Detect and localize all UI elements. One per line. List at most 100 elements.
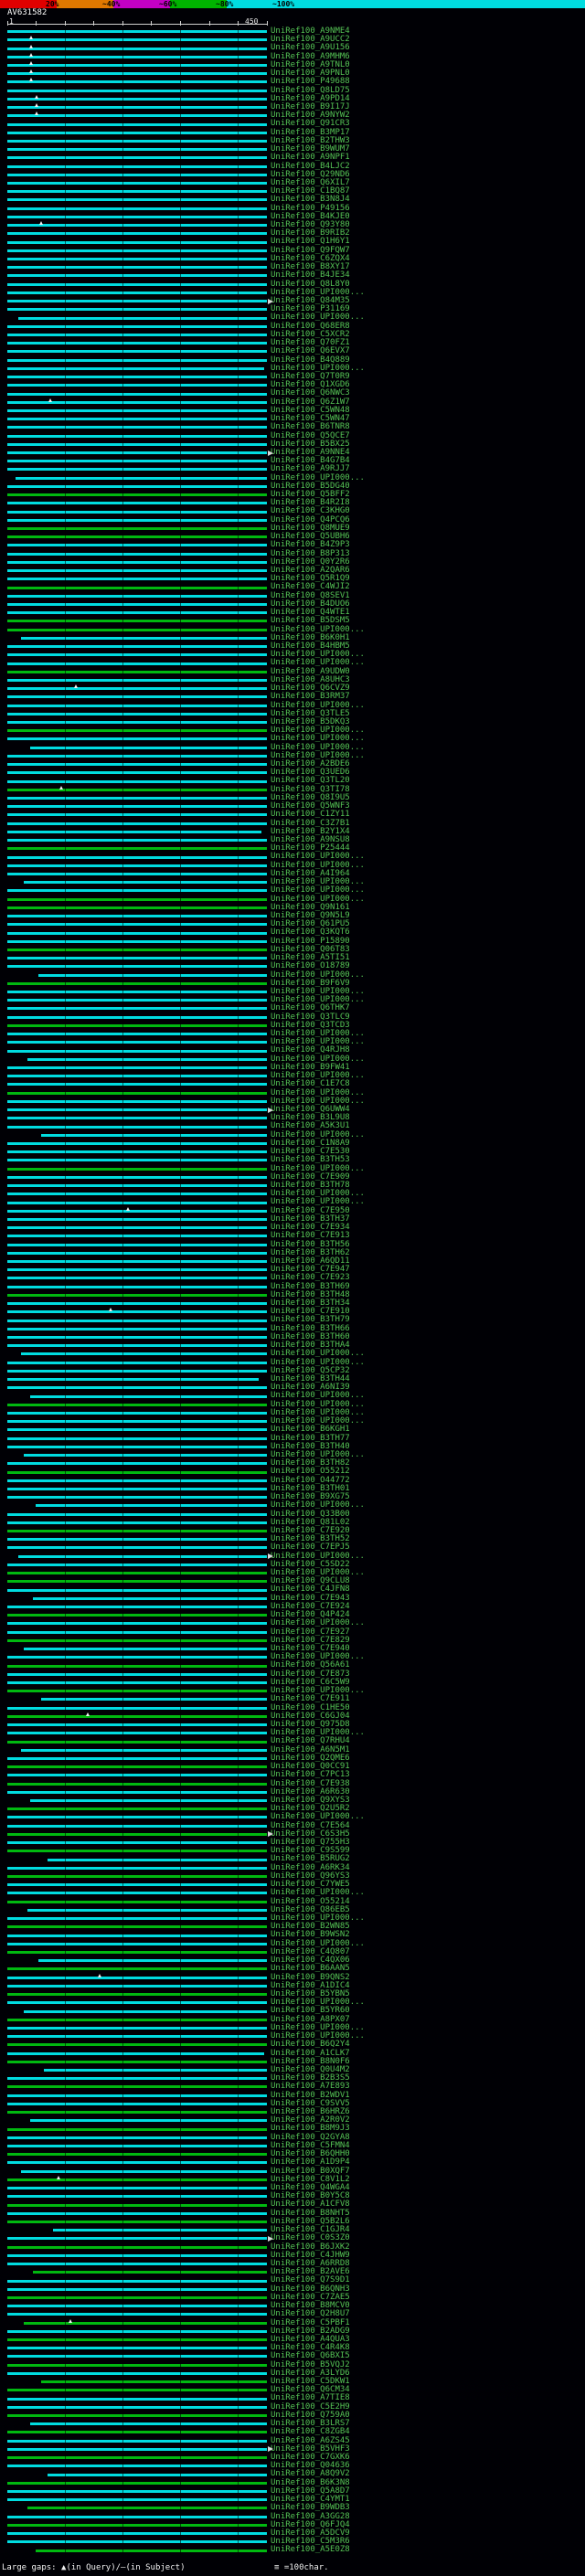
hit-bar[interactable] <box>7 1302 267 1306</box>
hit-bar[interactable] <box>7 232 267 236</box>
hit-bar[interactable] <box>7 535 267 539</box>
hit-bar[interactable] <box>24 2009 267 2013</box>
hit-bar[interactable] <box>21 1352 267 1356</box>
hit-bar[interactable] <box>7 2532 267 2536</box>
hit-bar[interactable] <box>7 2178 267 2181</box>
hit-bar[interactable] <box>7 1807 267 1811</box>
hit-bar[interactable] <box>7 2187 267 2190</box>
hit-bar[interactable] <box>7 1141 267 1145</box>
hit-bar[interactable] <box>7 1614 267 1617</box>
hit-bar[interactable] <box>7 678 267 682</box>
hit-bar[interactable] <box>32 2271 267 2274</box>
hit-bar[interactable] <box>7 805 267 809</box>
hit-bar[interactable] <box>7 670 267 673</box>
hit-bar[interactable] <box>7 2211 267 2215</box>
hit-bar[interactable] <box>7 1706 267 1710</box>
hit-bar[interactable] <box>7 2245 267 2249</box>
hit-bar[interactable] <box>7 2203 267 2207</box>
hit-bar[interactable] <box>7 981 267 985</box>
hit-bar[interactable] <box>7 931 267 935</box>
hit-bar[interactable] <box>7 2405 267 2409</box>
hit-bar[interactable] <box>7 2127 267 2131</box>
hit-bar[interactable] <box>7 2060 267 2063</box>
hit-bar[interactable] <box>47 2473 267 2476</box>
hit-bar[interactable] <box>7 1319 267 1322</box>
hit-bar[interactable] <box>7 594 267 598</box>
hit-bar[interactable] <box>7 2026 267 2030</box>
hit-bar[interactable] <box>27 2507 267 2510</box>
hit-bar[interactable] <box>7 2347 267 2350</box>
hit-bar[interactable] <box>7 249 267 252</box>
hit-bar[interactable] <box>7 2523 267 2527</box>
hit-bar[interactable] <box>7 198 267 202</box>
hit-bar[interactable] <box>7 586 267 589</box>
hit-bar[interactable] <box>7 578 267 581</box>
hit-bar[interactable] <box>7 418 267 421</box>
hit-bar[interactable] <box>7 2489 267 2493</box>
hit-bar[interactable] <box>7 2540 267 2544</box>
hit-bar[interactable] <box>7 63 267 67</box>
hit-bar[interactable] <box>7 737 267 741</box>
hit-label[interactable]: UniRef100_C7PC13 <box>271 1771 350 1779</box>
hit-bar[interactable] <box>7 2447 267 2451</box>
hit-bar[interactable] <box>7 408 267 412</box>
hit-label[interactable]: UniRef100_B5DSM5 <box>271 617 350 625</box>
hit-bar[interactable] <box>7 1369 267 1373</box>
hit-bar[interactable] <box>7 1007 267 1011</box>
hit-label[interactable]: UniRef100_A1D9P4 <box>271 2158 350 2167</box>
hit-label[interactable]: UniRef100_UPI000... <box>271 1501 365 1510</box>
hit-bar[interactable] <box>7 1293 267 1297</box>
hit-bar[interactable] <box>7 991 267 994</box>
hit-bar[interactable] <box>27 1057 267 1061</box>
hit-bar[interactable] <box>7 1023 267 1027</box>
hit-label[interactable]: UniRef100_B3TH53 <box>271 1156 350 1164</box>
hit-bar[interactable] <box>7 965 267 969</box>
hit-bar[interactable] <box>7 2329 267 2333</box>
hit-bar[interactable] <box>7 2439 267 2443</box>
hit-bar[interactable] <box>7 358 267 362</box>
hit-label[interactable]: UniRef100_A5E0Z8 <box>271 2546 350 2554</box>
hit-bar[interactable] <box>7 1099 267 1103</box>
hit-bar[interactable] <box>7 2153 267 2157</box>
hit-bar[interactable] <box>7 1015 267 1019</box>
hit-bar[interactable] <box>7 291 267 294</box>
hit-bar[interactable] <box>7 1226 267 1230</box>
hit-bar[interactable] <box>7 1917 267 1921</box>
hit-bar[interactable] <box>7 788 267 791</box>
hit-bar[interactable] <box>7 1875 267 1879</box>
hit-label[interactable]: UniRef100_UPI000... <box>271 1889 365 1897</box>
hit-bar[interactable] <box>7 1572 267 1575</box>
hit-label[interactable]: UniRef100_B6KGH1 <box>271 1426 350 1434</box>
hit-bar[interactable] <box>7 392 267 396</box>
hit-bar[interactable] <box>7 1243 267 1246</box>
hit-bar[interactable] <box>7 47 267 50</box>
hit-label[interactable]: UniRef100_B4JE34 <box>271 271 350 280</box>
hit-bar[interactable] <box>7 897 267 901</box>
hit-bar[interactable] <box>7 2145 267 2148</box>
hit-bar[interactable] <box>7 493 267 497</box>
hit-bar[interactable] <box>7 527 267 531</box>
hit-bar[interactable] <box>7 830 261 833</box>
hit-bar[interactable] <box>7 1462 267 1466</box>
hit-bar[interactable] <box>24 881 267 885</box>
hit-bar[interactable] <box>7 300 267 303</box>
hit-bar[interactable] <box>7 1361 267 1364</box>
hit-bar[interactable] <box>7 2094 267 2097</box>
hit-bar[interactable] <box>7 1167 267 1171</box>
hit-bar[interactable] <box>7 426 267 429</box>
hit-bar[interactable] <box>7 695 267 699</box>
hit-bar[interactable] <box>7 460 267 463</box>
hit-bar[interactable] <box>7 1083 267 1087</box>
hit-bar[interactable] <box>7 1690 267 1693</box>
hit-bar[interactable] <box>7 999 267 1002</box>
hit-bar[interactable] <box>15 476 267 480</box>
hit-bar[interactable] <box>7 721 267 725</box>
hit-bar[interactable] <box>7 1723 267 1727</box>
hit-bar[interactable] <box>52 2229 267 2232</box>
hit-bar[interactable] <box>7 1041 267 1044</box>
hit-bar[interactable] <box>7 569 267 573</box>
hit-bar[interactable] <box>7 2363 267 2367</box>
hit-bar[interactable] <box>7 2102 267 2105</box>
hit-bar[interactable] <box>7 948 267 951</box>
hit-bar[interactable] <box>7 468 267 472</box>
